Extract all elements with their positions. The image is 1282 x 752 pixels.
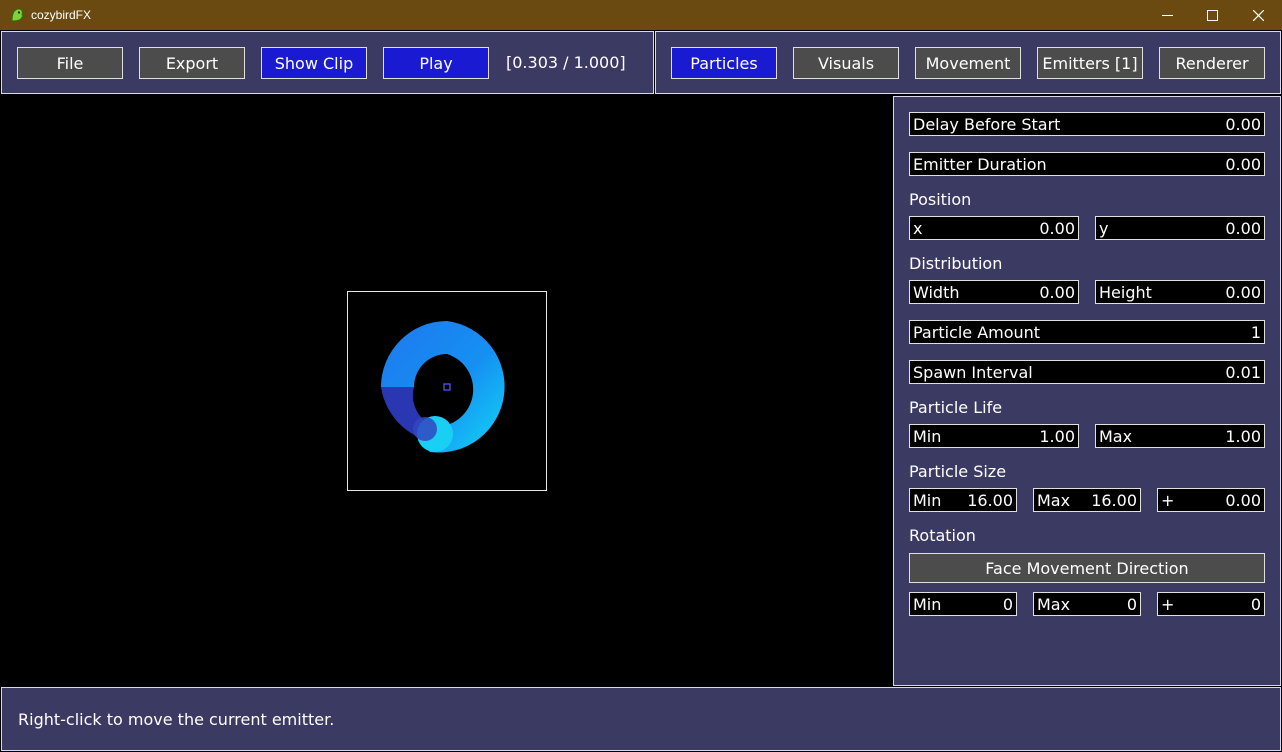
- emitter-duration-field[interactable]: Emitter Duration 0.00: [909, 152, 1265, 176]
- minimize-icon: [1161, 14, 1173, 16]
- export-button[interactable]: Export: [139, 47, 245, 79]
- maximize-button[interactable]: [1189, 0, 1235, 30]
- field-label: Emitter Duration: [913, 154, 1047, 174]
- field-value: 1.00: [1225, 426, 1261, 446]
- field-value: 0.01: [1225, 362, 1261, 382]
- status-text: Right-click to move the current emitter.: [18, 710, 335, 729]
- particle-ring: [381, 321, 505, 453]
- preview-viewport[interactable]: [0, 95, 893, 686]
- status-bar: Right-click to move the current emitter.: [1, 687, 1281, 751]
- rotation-max-field[interactable]: Max 0: [1033, 592, 1141, 616]
- field-label: y: [1099, 218, 1109, 238]
- rotation-min-field[interactable]: Min 0: [909, 592, 1017, 616]
- field-value: 16.00: [1091, 490, 1137, 510]
- field-label: Width: [913, 282, 960, 302]
- field-label: Delay Before Start: [913, 114, 1061, 134]
- distribution-width-field[interactable]: Width 0.00: [909, 280, 1079, 304]
- field-label: x: [913, 218, 923, 238]
- app-bird-icon: [11, 8, 25, 22]
- field-value: 1: [1250, 322, 1261, 342]
- show-clip-button[interactable]: Show Clip: [261, 47, 367, 79]
- close-button[interactable]: [1235, 0, 1281, 30]
- tab-visuals[interactable]: Visuals: [793, 47, 899, 79]
- field-label: Spawn Interval: [913, 362, 1033, 382]
- particle-life-min-field[interactable]: Min 1.00: [909, 424, 1079, 448]
- field-label: +: [1161, 594, 1175, 614]
- field-label: Min: [913, 594, 942, 614]
- field-value: 0.00: [1225, 218, 1261, 238]
- toolbar-left: File Export Show Clip Play [0.303 / 1.00…: [1, 31, 654, 94]
- position-y-field[interactable]: y 0.00: [1095, 216, 1265, 240]
- field-label: Max: [1037, 594, 1071, 614]
- window-title: cozybirdFX: [31, 8, 92, 22]
- position-x-field[interactable]: x 0.00: [909, 216, 1079, 240]
- face-movement-direction-button[interactable]: Face Movement Direction: [909, 553, 1265, 583]
- field-value: 1.00: [1039, 426, 1075, 446]
- toolbar-right: Particles Visuals Movement Emitters [1] …: [655, 31, 1281, 94]
- field-value: 0.00: [1225, 114, 1261, 134]
- distribution-heading: Distribution: [909, 254, 1003, 273]
- field-value: 0: [1250, 594, 1261, 614]
- particle-size-growth-field[interactable]: + 0.00: [1157, 488, 1265, 512]
- tab-movement[interactable]: Movement: [915, 47, 1021, 79]
- particle-tail: [413, 417, 437, 441]
- field-value: 0.00: [1225, 154, 1261, 174]
- particle-life-max-field[interactable]: Max 1.00: [1095, 424, 1265, 448]
- field-label: Min: [913, 426, 942, 446]
- emitter-handle[interactable]: [443, 383, 451, 391]
- delay-before-start-field[interactable]: Delay Before Start 0.00: [909, 112, 1265, 136]
- field-label: +: [1161, 490, 1175, 510]
- field-value: 0: [1126, 594, 1137, 614]
- particle-amount-field[interactable]: Particle Amount 1: [909, 320, 1265, 344]
- tab-emitters[interactable]: Emitters [1]: [1037, 47, 1143, 79]
- field-label: Max: [1099, 426, 1133, 446]
- field-value: 0.00: [1039, 282, 1075, 302]
- field-label: Min: [913, 490, 942, 510]
- field-value: 0: [1002, 594, 1013, 614]
- particles-panel: Delay Before Start 0.00 Emitter Duration…: [893, 96, 1281, 686]
- field-value: 16.00: [967, 490, 1013, 510]
- distribution-height-field[interactable]: Height 0.00: [1095, 280, 1265, 304]
- title-bar: cozybirdFX: [0, 0, 1282, 30]
- field-label: Max: [1037, 490, 1071, 510]
- particle-size-min-field[interactable]: Min 16.00: [909, 488, 1017, 512]
- spawn-interval-field[interactable]: Spawn Interval 0.01: [909, 360, 1265, 384]
- maximize-icon: [1206, 9, 1218, 21]
- play-button[interactable]: Play: [383, 47, 489, 79]
- field-value: 0.00: [1039, 218, 1075, 238]
- field-label: Height: [1099, 282, 1152, 302]
- time-readout: [0.303 / 1.000]: [506, 53, 626, 72]
- rotation-heading: Rotation: [909, 526, 976, 545]
- tab-particles[interactable]: Particles: [671, 47, 777, 79]
- file-button[interactable]: File: [17, 47, 123, 79]
- minimize-button[interactable]: [1144, 0, 1190, 30]
- rotation-speed-field[interactable]: + 0: [1157, 592, 1265, 616]
- particle-size-heading: Particle Size: [909, 462, 1007, 481]
- field-label: Particle Amount: [913, 322, 1041, 342]
- position-heading: Position: [909, 190, 972, 209]
- field-value: 0.00: [1225, 490, 1261, 510]
- close-icon: [1252, 9, 1264, 21]
- tab-renderer[interactable]: Renderer: [1159, 47, 1265, 79]
- field-value: 0.00: [1225, 282, 1261, 302]
- particle-life-heading: Particle Life: [909, 398, 1003, 417]
- particle-size-max-field[interactable]: Max 16.00: [1033, 488, 1141, 512]
